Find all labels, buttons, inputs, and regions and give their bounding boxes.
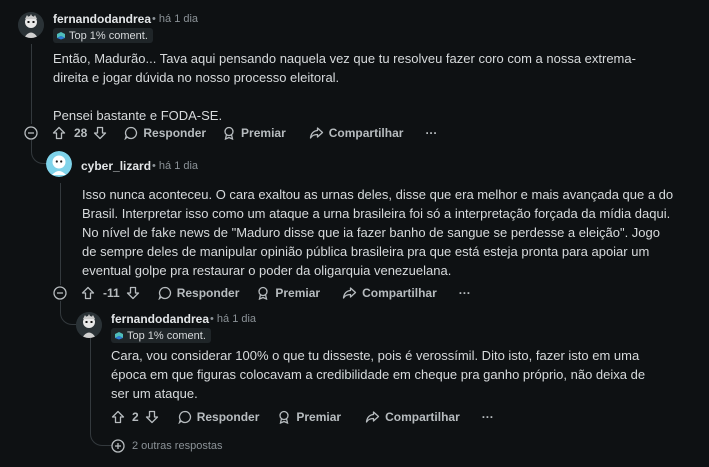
reply-label: Responder: [196, 410, 260, 424]
collapse-thread-icon[interactable]: [53, 286, 67, 300]
thread-connector-reply-2: [60, 301, 77, 325]
more-replies-label: 2 outras respostas: [132, 440, 223, 452]
award-button[interactable]: Premiar: [222, 126, 286, 140]
share-label: Compartilhar: [385, 410, 460, 424]
comment-paragraph: Cara, vou considerar 100% o que tu disse…: [111, 348, 646, 401]
badge-label: Top 1% coment.: [69, 29, 148, 42]
comment-body: Cara, vou considerar 100% o que tu disse…: [111, 346, 656, 403]
share-button[interactable]: Compartilhar: [365, 410, 460, 424]
thread-connector-reply-1: [31, 140, 47, 164]
comment-actions: 2 Responder Premiar Compartilhar ···: [111, 407, 494, 427]
avatar[interactable]: [18, 12, 44, 38]
timestamp: • há 1 dia: [152, 13, 199, 25]
timestamp: • há 1 dia: [210, 313, 257, 325]
award-label: Premiar: [296, 410, 342, 424]
share-button[interactable]: Compartilhar: [309, 126, 404, 140]
downvote-icon[interactable]: [145, 410, 159, 424]
avatar[interactable]: [76, 312, 102, 338]
timestamp: • há 1 dia: [152, 160, 199, 172]
badge-icon: [115, 332, 123, 340]
award-icon: [258, 286, 269, 300]
reply-label: Responder: [176, 286, 240, 300]
reply-button[interactable]: Responder: [124, 126, 206, 140]
vote-score: 28: [74, 126, 88, 140]
badge-icon: [57, 32, 65, 40]
share-icon: [365, 411, 380, 423]
share-label: Compartilhar: [362, 286, 437, 300]
award-label: Premiar: [275, 286, 321, 300]
thread-line-level-2: [60, 183, 61, 285]
reply-label: Responder: [143, 126, 207, 140]
comment-icon: [124, 126, 138, 140]
vote-score: -11: [103, 286, 120, 300]
reply-button[interactable]: Responder: [178, 410, 260, 424]
vote-score: 2: [132, 410, 139, 424]
avatar[interactable]: [46, 151, 72, 177]
collapse-thread-icon[interactable]: [24, 126, 38, 140]
share-icon: [342, 287, 357, 299]
more-options-icon[interactable]: ···: [482, 410, 494, 424]
more-replies-button[interactable]: 2 outras respostas: [111, 439, 223, 453]
award-button[interactable]: Premiar: [256, 286, 320, 300]
top-commenter-badge: Top 1% coment.: [111, 328, 211, 343]
comment-icon: [178, 410, 191, 424]
more-options-icon[interactable]: ···: [425, 126, 437, 140]
thread-line-level-1: [31, 44, 32, 124]
badge-label: Top 1% coment.: [127, 329, 206, 342]
username[interactable]: fernandodandrea: [53, 12, 151, 26]
award-button[interactable]: Premiar: [277, 410, 341, 424]
upvote-icon[interactable]: [111, 410, 125, 424]
top-commenter-badge: Top 1% coment.: [53, 28, 153, 43]
thread-line-level-3: [90, 338, 91, 406]
award-icon: [279, 410, 290, 424]
downvote-icon[interactable]: [126, 286, 140, 300]
upvote-icon[interactable]: [81, 286, 95, 300]
share-label: Compartilhar: [328, 126, 404, 140]
comment-icon: [158, 286, 171, 300]
expand-icon: [111, 439, 125, 453]
username[interactable]: cyber_lizard: [81, 159, 151, 173]
upvote-icon[interactable]: [52, 126, 66, 140]
share-button[interactable]: Compartilhar: [342, 286, 437, 300]
comment-paragraph: Isso nunca aconteceu. O cara exaltou as …: [82, 187, 674, 278]
comment-body: Isso nunca aconteceu. O cara exaltou as …: [82, 185, 675, 280]
award-label: Premiar: [241, 126, 286, 140]
award-icon: [224, 126, 234, 140]
more-options-icon[interactable]: ···: [459, 286, 471, 300]
username[interactable]: fernandodandrea: [111, 312, 209, 326]
thread-connector-more: [90, 406, 112, 446]
comment-paragraph: Então, Madurão... Tava aqui pensando naq…: [53, 51, 636, 85]
downvote-icon[interactable]: [93, 126, 107, 140]
reply-button[interactable]: Responder: [158, 286, 240, 300]
comment-actions: -11 Responder Premiar Compartilhar ···: [81, 283, 471, 303]
comment-actions: 28 Responder Premiar Compartilhar ···: [52, 123, 437, 143]
comment-body: Então, Madurão... Tava aqui pensando naq…: [53, 49, 658, 125]
share-icon: [309, 127, 323, 139]
